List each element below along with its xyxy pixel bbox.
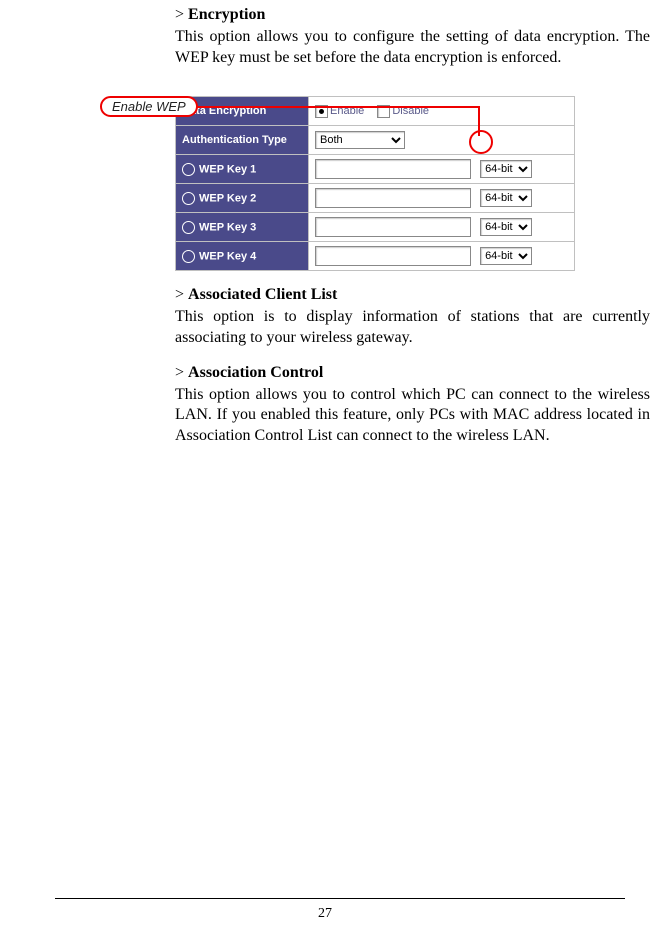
wep-key-3-radio[interactable] [182, 221, 195, 234]
section-marker: > [175, 6, 188, 23]
table-row: WEP Key 1 64-bit [176, 155, 575, 184]
encryption-heading: > Encryption [175, 5, 650, 26]
table-row: WEP Key 3 64-bit [176, 213, 575, 242]
wep-settings-table: Data Encryption Enable Disable Authentic… [175, 96, 575, 271]
wep-key-4-bits-select[interactable]: 64-bit [480, 247, 532, 265]
callout-connector-h [190, 106, 480, 108]
associated-client-list-body: This option is to display information of… [175, 307, 650, 349]
wep-key-2-radio[interactable] [182, 192, 195, 205]
table-row: Authentication Type Both [176, 126, 575, 155]
wep-key-4-radio[interactable] [182, 250, 195, 263]
wep-key-4-input[interactable] [315, 246, 471, 266]
wep-key-1-radio[interactable] [182, 163, 195, 176]
wep-key-3-input[interactable] [315, 217, 471, 237]
associated-client-list-title: Associated Client List [188, 286, 337, 303]
auth-type-select[interactable]: Both [315, 131, 405, 149]
enable-wep-callout: Enable WEP [100, 96, 198, 117]
section-marker: > [175, 286, 188, 303]
wep-key-2-label: WEP Key 2 [176, 184, 309, 213]
wep-key-2-bits-select[interactable]: 64-bit [480, 189, 532, 207]
wep-key-2-input[interactable] [315, 188, 471, 208]
wep-key-3-label: WEP Key 3 [176, 213, 309, 242]
auth-type-label: Authentication Type [176, 126, 309, 155]
association-control-body: This option allows you to control which … [175, 385, 650, 447]
callout-wrap: Enable WEP Data Encryption Enable Disabl… [100, 96, 650, 271]
wep-key-4-value: 64-bit [309, 242, 575, 271]
table-row: Data Encryption Enable Disable [176, 97, 575, 126]
wep-key-3-bits-select[interactable]: 64-bit [480, 218, 532, 236]
wep-key-2-value: 64-bit [309, 184, 575, 213]
table-row: WEP Key 4 64-bit [176, 242, 575, 271]
wep-key-3-value: 64-bit [309, 213, 575, 242]
encryption-title: Encryption [188, 6, 265, 23]
data-encryption-value: Enable Disable [309, 97, 575, 126]
footer-rule [55, 898, 625, 899]
auth-type-value: Both [309, 126, 575, 155]
encryption-body: This option allows you to configure the … [175, 27, 650, 69]
wep-key-4-label: WEP Key 4 [176, 242, 309, 271]
page-number: 27 [0, 906, 650, 922]
association-control-title: Association Control [188, 364, 323, 381]
associated-client-list-heading: > Associated Client List [175, 285, 650, 306]
wep-key-1-value: 64-bit [309, 155, 575, 184]
wep-key-1-label: WEP Key 1 [176, 155, 309, 184]
table-row: WEP Key 2 64-bit [176, 184, 575, 213]
association-control-heading: > Association Control [175, 363, 650, 384]
wep-key-1-input[interactable] [315, 159, 471, 179]
wep-key-1-bits-select[interactable]: 64-bit [480, 160, 532, 178]
section-marker: > [175, 364, 188, 381]
